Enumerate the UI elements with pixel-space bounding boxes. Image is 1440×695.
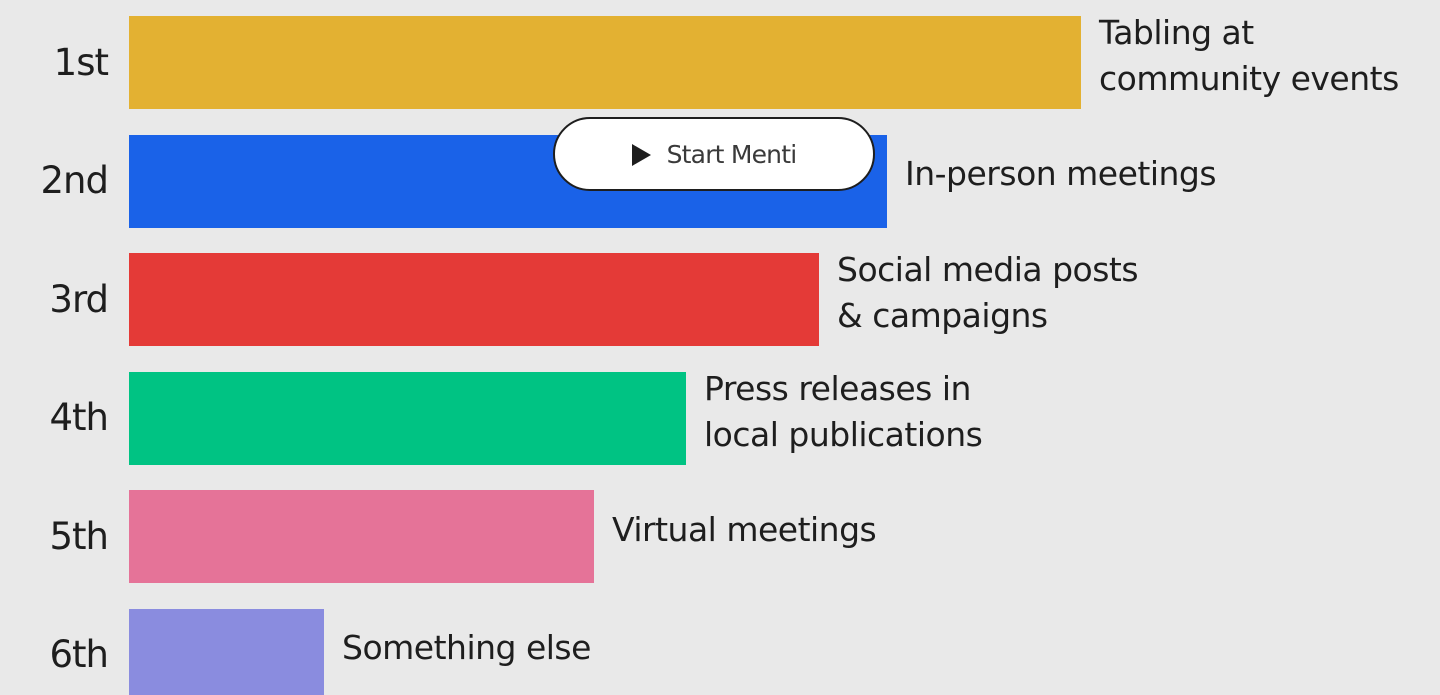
rank-label: 6th xyxy=(49,633,110,676)
bar-label: Tabling at community events xyxy=(1099,13,1399,98)
start-menti-label: Start Menti xyxy=(666,139,798,169)
bar-label: In-person meetings xyxy=(905,154,1217,193)
bar xyxy=(129,371,686,465)
rank-label: 1st xyxy=(53,40,109,84)
bar-label: Social media posts & campaigns xyxy=(837,250,1139,335)
bar xyxy=(129,16,1081,109)
ranking-chart: 1st Tabling at community events 2nd In-pers… xyxy=(0,0,1440,695)
bar xyxy=(129,608,324,695)
rank-label: 5th xyxy=(49,514,110,558)
bar-label: Something else xyxy=(342,628,591,667)
bar-label: Virtual meetings xyxy=(612,509,877,549)
rank-label: 2nd xyxy=(40,159,109,202)
bar xyxy=(129,253,819,346)
rank-label: 4th xyxy=(49,396,110,439)
bar-label: Press releases in local publications xyxy=(704,368,983,454)
start-menti-button[interactable]: Start Menti xyxy=(553,117,875,191)
rank-label: 3rd xyxy=(49,277,109,321)
play-icon xyxy=(631,143,651,166)
bar xyxy=(129,490,594,583)
